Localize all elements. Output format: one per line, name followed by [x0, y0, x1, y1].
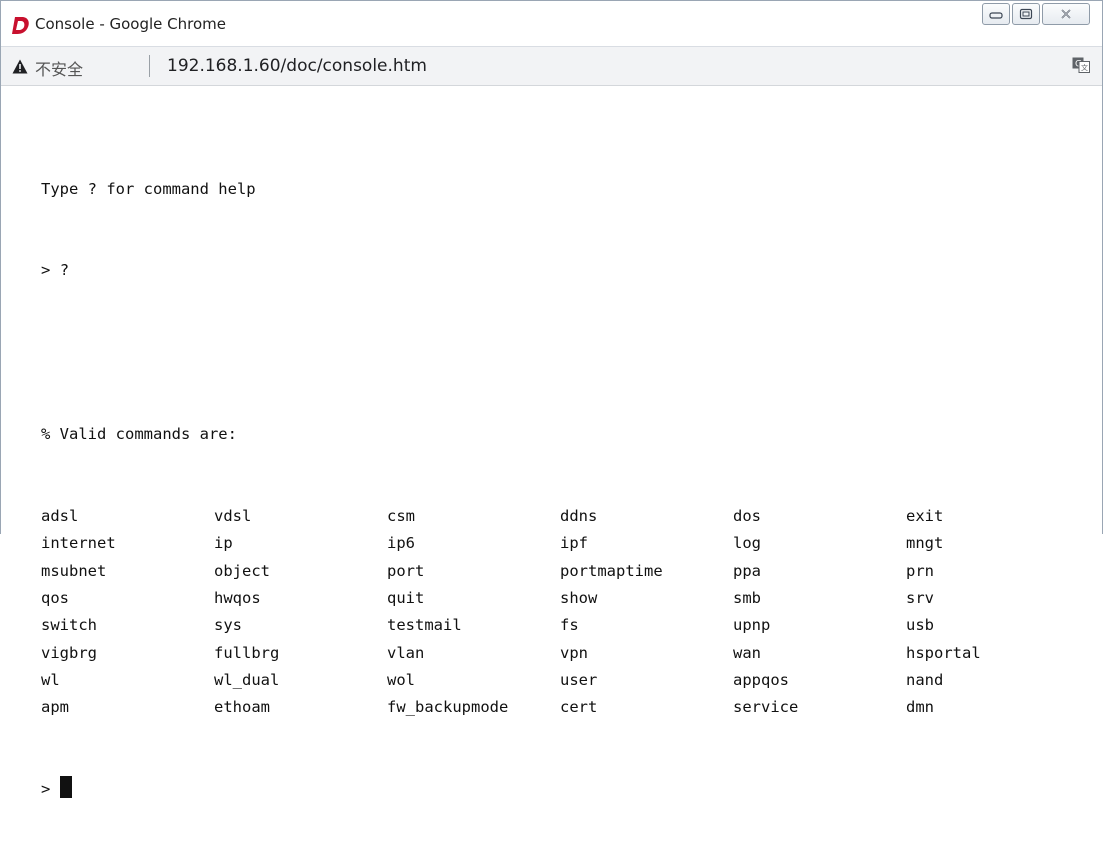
console-output[interactable]: Type ? for command help > ? % Valid comm… [41, 121, 1079, 858]
entered-command-line: > ? [41, 257, 1079, 284]
command-item: ip [214, 534, 233, 553]
command-item: wl [41, 670, 60, 689]
prompt-symbol: > [41, 261, 51, 280]
title-bar: Console - Google Chrome [1, 1, 1102, 47]
command-item: qos [41, 589, 69, 608]
command-item: quit [387, 589, 425, 608]
command-row: qos hwqos quit show smb srv [41, 585, 1079, 612]
command-list: adsl vdsl csm ddns dos exit internet ip ip6 ipf lo… [41, 503, 1079, 721]
command-row: msubnet object port portmaptime ppa prn [41, 558, 1079, 585]
command-item: csm [387, 507, 415, 526]
command-item: hsportal [906, 643, 981, 662]
command-item: service [733, 698, 799, 717]
command-item: dmn [906, 698, 934, 717]
command-item: ip6 [387, 534, 415, 553]
command-item: object [214, 561, 270, 580]
security-label[interactable]: 不安全 [35, 56, 83, 80]
command-item: vdsl [214, 507, 252, 526]
command-row: adsl vdsl csm ddns dos exit [41, 503, 1079, 530]
command-item: upnp [733, 616, 771, 635]
valid-commands-header: % Valid commands are: [41, 425, 237, 444]
command-item: wl_dual [214, 670, 280, 689]
command-item: sys [214, 616, 242, 635]
command-item: hwqos [214, 589, 261, 608]
command-row: internet ip ip6 ipf log mngt [41, 530, 1079, 557]
command-item: switch [41, 616, 97, 635]
command-item: dos [733, 507, 761, 526]
command-item: fw_backupmode [387, 698, 509, 717]
command-item: vigbrg [41, 643, 97, 662]
command-item: msubnet [41, 561, 107, 580]
command-item: portmaptime [560, 561, 663, 580]
command-item: testmail [387, 616, 462, 635]
command-item: smb [733, 589, 761, 608]
command-item: wol [387, 670, 415, 689]
command-item: apm [41, 698, 69, 717]
command-item: cert [560, 698, 598, 717]
text-cursor[interactable] [60, 776, 73, 799]
address-bar[interactable]: 不安全 192.168.1.60/doc/console.htm G 文 [1, 47, 1102, 86]
command-item: vpn [560, 643, 588, 662]
app-logo-icon [12, 17, 29, 34]
entered-command: ? [59, 261, 70, 280]
command-item: prn [906, 561, 934, 580]
command-item: mngt [906, 534, 944, 553]
command-item: user [560, 670, 598, 689]
help-line: Type ? for command help [41, 179, 256, 198]
maximize-icon [1019, 8, 1033, 20]
close-button[interactable] [1042, 3, 1090, 25]
close-icon [1061, 9, 1071, 19]
command-item: ipf [560, 534, 588, 553]
command-item: port [387, 561, 425, 580]
command-item: srv [906, 589, 934, 608]
command-item: wan [733, 643, 761, 662]
command-item: usb [906, 616, 934, 635]
command-row: switch sys testmail fs upnp usb [41, 612, 1079, 639]
command-item: log [733, 534, 761, 553]
command-item: nand [906, 670, 944, 689]
minimize-icon [989, 12, 1003, 19]
command-item: ddns [560, 507, 598, 526]
svg-text:文: 文 [1081, 63, 1088, 72]
command-item: internet [41, 534, 116, 553]
command-item: ethoam [214, 698, 270, 717]
command-item: show [560, 589, 598, 608]
command-item: fs [560, 616, 579, 635]
warning-triangle-icon[interactable] [12, 59, 28, 74]
browser-window: Console - Google Chrome 不安全 192.168.1.60… [0, 0, 1103, 799]
command-item: appqos [733, 670, 789, 689]
window-title: Console - Google Chrome [35, 15, 226, 33]
command-row: apm ethoam fw_backupmode cert service dmn [41, 694, 1079, 721]
command-item: ppa [733, 561, 761, 580]
command-item: vlan [387, 643, 425, 662]
command-item: fullbrg [214, 643, 280, 662]
maximize-button[interactable] [1012, 3, 1040, 25]
prompt-symbol: > [41, 780, 51, 799]
url-text[interactable]: 192.168.1.60/doc/console.htm [167, 56, 427, 76]
command-row: vigbrg fullbrg vlan vpn wan hsportal [41, 640, 1079, 667]
window-controls [982, 3, 1090, 25]
command-item: exit [906, 507, 944, 526]
address-separator [149, 55, 150, 77]
command-row: wl wl_dual wol user appqos nand [41, 667, 1079, 694]
translate-icon[interactable]: G 文 [1072, 57, 1090, 73]
minimize-button[interactable] [982, 3, 1010, 25]
input-prompt-line[interactable]: > [41, 776, 1079, 803]
command-item: adsl [41, 507, 79, 526]
